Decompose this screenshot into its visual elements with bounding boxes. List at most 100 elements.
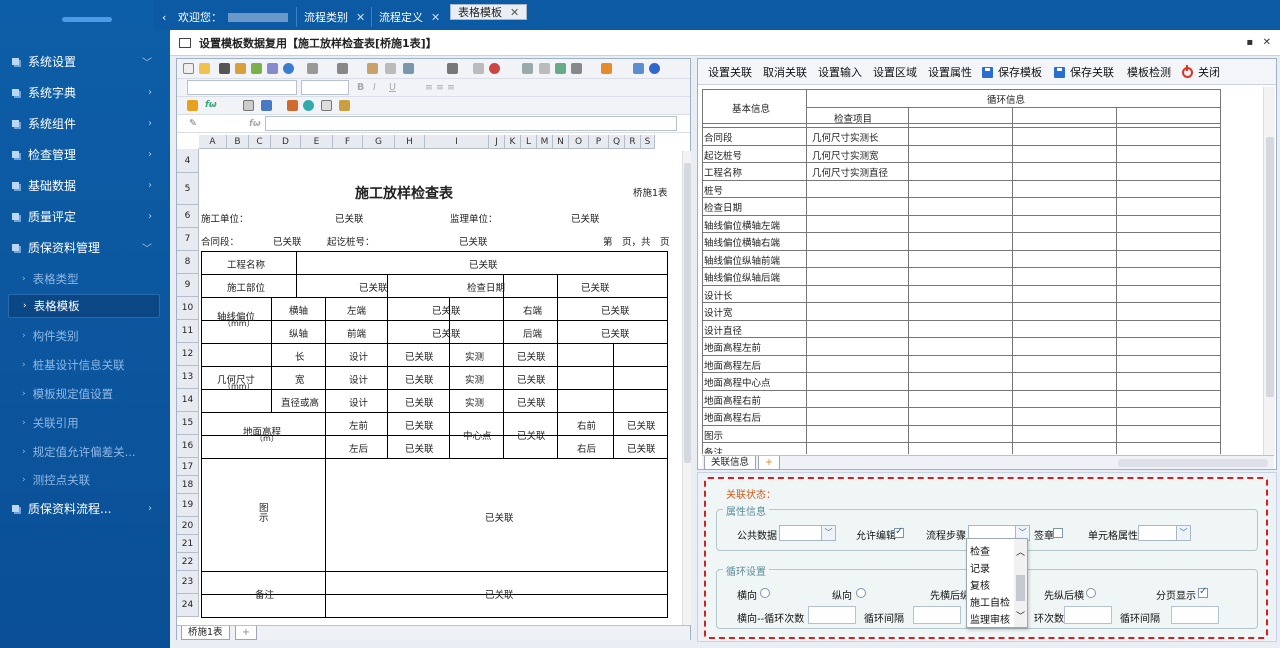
export-icon[interactable]: [251, 63, 262, 74]
vertical-radio[interactable]: [856, 588, 866, 598]
sheet-tab-1[interactable]: 桥施1表: [181, 626, 230, 640]
settings-icon[interactable]: [571, 63, 582, 74]
submenu-table-type[interactable]: › 表格类型: [22, 267, 162, 291]
allow-edit-checkbox[interactable]: [894, 526, 904, 538]
close-icon[interactable]: ✕: [510, 6, 519, 19]
row-header-20[interactable]: 20: [177, 517, 199, 535]
sheet-icon[interactable]: [555, 63, 566, 74]
tab-process-definition[interactable]: 流程定义 ✕: [372, 4, 447, 30]
fullscreen-icon[interactable]: [633, 63, 644, 74]
col-header-F[interactable]: F: [333, 135, 363, 148]
submenu-table-template[interactable]: › 表格模板: [8, 294, 160, 318]
menu-quality-eval[interactable]: 质量评定 ›: [0, 203, 160, 229]
cell-attr-select[interactable]: ﹀: [1138, 525, 1191, 541]
save-template-button[interactable]: 保存模板: [982, 64, 1042, 80]
underline-icon[interactable]: U: [389, 82, 396, 93]
edit-icon[interactable]: [235, 63, 246, 74]
col-header-J[interactable]: J: [489, 135, 505, 148]
set-area-button[interactable]: 设置区域: [873, 64, 917, 80]
row-header-19[interactable]: 19: [177, 494, 199, 517]
help-icon[interactable]: [283, 63, 294, 74]
submenu-component-type[interactable]: › 构件类别: [22, 324, 162, 348]
template-check-button[interactable]: 模板检测: [1127, 64, 1171, 80]
row-header-17[interactable]: 17: [177, 458, 199, 476]
tab-link-info[interactable]: 关联信息: [704, 456, 757, 470]
option-review[interactable]: 复核: [970, 577, 990, 592]
col-header-S[interactable]: S: [641, 135, 655, 148]
close-button[interactable]: 关闭: [1182, 64, 1220, 80]
draw-icon[interactable]: [287, 100, 298, 111]
refresh-icon[interactable]: [649, 63, 660, 74]
save-link-button[interactable]: 保存关联: [1054, 64, 1114, 80]
menu-system-settings[interactable]: 系统设置 ﹀: [0, 48, 160, 74]
col-header-P[interactable]: P: [589, 135, 609, 148]
page-display-checkbox[interactable]: [1198, 586, 1208, 598]
row-header-14[interactable]: 14: [177, 389, 199, 412]
cancel-link-button[interactable]: 取消关联: [763, 64, 807, 80]
menu-system-dict[interactable]: 系统字典 ›: [0, 79, 160, 105]
font-size-select[interactable]: [301, 80, 349, 95]
public-data-select[interactable]: ﹀: [779, 525, 836, 541]
menu-basic-data[interactable]: 基础数据 ›: [0, 172, 160, 198]
mapping-horizontal-scrollbar[interactable]: [1118, 459, 1268, 467]
row-header-18[interactable]: 18: [177, 476, 199, 494]
brush-icon[interactable]: [339, 100, 350, 111]
picture-icon[interactable]: [261, 100, 272, 111]
bold-icon[interactable]: B: [357, 82, 364, 93]
menu-system-components[interactable]: 系统组件 ›: [0, 110, 160, 136]
option-check[interactable]: 检查: [970, 543, 990, 558]
col-header-R[interactable]: R: [625, 135, 641, 148]
menu-quality-docs[interactable]: 质保资料管理 ﹀: [0, 234, 160, 260]
add-sheet-button[interactable]: +: [235, 626, 257, 640]
stop-icon[interactable]: [489, 63, 500, 74]
grid-icon[interactable]: [522, 63, 533, 74]
print-icon[interactable]: [267, 63, 278, 74]
col-header-A[interactable]: A: [199, 135, 227, 148]
submenu-link-ref[interactable]: › 关联引用: [22, 411, 162, 435]
col-header-I[interactable]: I: [425, 135, 489, 148]
menu-inspection[interactable]: 检查管理 ›: [0, 141, 160, 167]
row-header-23[interactable]: 23: [177, 571, 199, 594]
horizontal-radio[interactable]: [760, 588, 770, 598]
row-header-21[interactable]: 21: [177, 535, 199, 553]
spreadsheet[interactable]: ABCDEFGHIJKLMNOPQRS 4 5 6 7 8 9 10 11 12 13 14 15 16…: [177, 135, 682, 625]
col-header-N[interactable]: N: [553, 135, 569, 148]
set-attr-button[interactable]: 设置属性: [928, 64, 972, 80]
print-preview-icon[interactable]: [447, 63, 458, 74]
mapping-vertical-scrollbar[interactable]: [1263, 87, 1275, 455]
row-header-24[interactable]: 24: [177, 594, 199, 617]
row-header-15[interactable]: 15: [177, 412, 199, 435]
row-header-5[interactable]: 5: [177, 173, 199, 205]
v-loop-count-input[interactable]: [1064, 606, 1112, 624]
sum-icon[interactable]: [539, 63, 550, 74]
submenu-control-point[interactable]: › 测控点关联: [22, 468, 162, 492]
textbox-icon[interactable]: [243, 100, 254, 111]
window-controls[interactable]: ▪ ✕: [1246, 37, 1274, 48]
row-header-7[interactable]: 7: [177, 228, 199, 251]
submenu-tolerance[interactable]: › 规定值允许偏差关...: [22, 440, 162, 464]
vh-radio[interactable]: [1086, 588, 1096, 598]
row-header-12[interactable]: 12: [177, 343, 199, 366]
function-icon[interactable]: fω: [205, 100, 217, 110]
align-icons[interactable]: ≡ ≡ ≡: [425, 82, 455, 93]
tab-table-template[interactable]: 表格模板 ✕: [450, 4, 528, 20]
add-tab-button[interactable]: +: [758, 456, 780, 470]
font-name-select[interactable]: [187, 80, 297, 95]
redo-icon[interactable]: [385, 63, 396, 74]
col-header-E[interactable]: E: [301, 135, 333, 148]
row-header-13[interactable]: 13: [177, 366, 199, 389]
dropdown-scrollbar[interactable]: ︿ ﹀: [1014, 539, 1027, 627]
row-header-11[interactable]: 11: [177, 320, 199, 343]
submenu-pile-design[interactable]: › 桩基设计信息关联: [22, 353, 162, 377]
row-header-8[interactable]: 8: [177, 251, 199, 274]
col-header-Q[interactable]: Q: [609, 135, 625, 148]
color-grid-icon[interactable]: [601, 63, 612, 74]
undo-icon[interactable]: [367, 63, 378, 74]
row-header-22[interactable]: 22: [177, 553, 199, 571]
menu-quality-flow[interactable]: 质保资料流程... ›: [0, 495, 160, 521]
set-input-button[interactable]: 设置输入: [818, 64, 862, 80]
row-header-16[interactable]: 16: [177, 435, 199, 458]
set-link-button[interactable]: 设置关联: [708, 64, 752, 80]
save-icon[interactable]: [219, 63, 230, 74]
submenu-template-rules[interactable]: › 模板规定值设置: [22, 382, 162, 406]
